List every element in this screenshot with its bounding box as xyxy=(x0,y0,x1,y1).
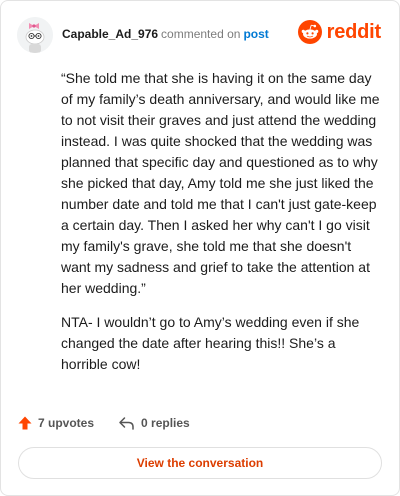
upvotes-count: 7 upvotes xyxy=(38,416,95,430)
comment-body: “She told me that she is having it on th… xyxy=(61,68,383,388)
reddit-logo-icon xyxy=(297,20,322,44)
upvote-arrow-icon xyxy=(18,416,32,430)
comment-footer: 7 upvotes 0 replies xyxy=(17,415,190,431)
reddit-brand[interactable]: reddit xyxy=(297,20,382,44)
username-link[interactable]: Capable_Ad_976 xyxy=(62,27,158,41)
comment-meta: Capable_Ad_976 commented on post xyxy=(62,26,269,42)
comment-quote-paragraph: “She told me that she is having it on th… xyxy=(61,70,380,296)
replies-indicator[interactable]: 0 replies xyxy=(118,416,190,431)
comment-reply-paragraph: NTA- I wouldn’t go to Amy’s wedding even… xyxy=(61,314,360,372)
view-conversation-button[interactable]: View the conversation xyxy=(18,447,382,479)
replies-count: 0 replies xyxy=(141,416,190,430)
user-avatar[interactable] xyxy=(17,17,53,53)
reddit-wordmark: reddit xyxy=(326,21,382,43)
comment-header: Capable_Ad_976 commented on post reddit xyxy=(17,17,383,53)
post-link[interactable]: post xyxy=(243,27,268,41)
snoo-avatar-icon xyxy=(17,17,53,53)
comment-embed-card: Capable_Ad_976 commented on post reddit “S… xyxy=(0,0,400,496)
reply-arrow-icon xyxy=(119,416,134,430)
upvotes-indicator[interactable]: 7 upvotes xyxy=(17,415,94,431)
action-text: commented on xyxy=(161,27,241,41)
